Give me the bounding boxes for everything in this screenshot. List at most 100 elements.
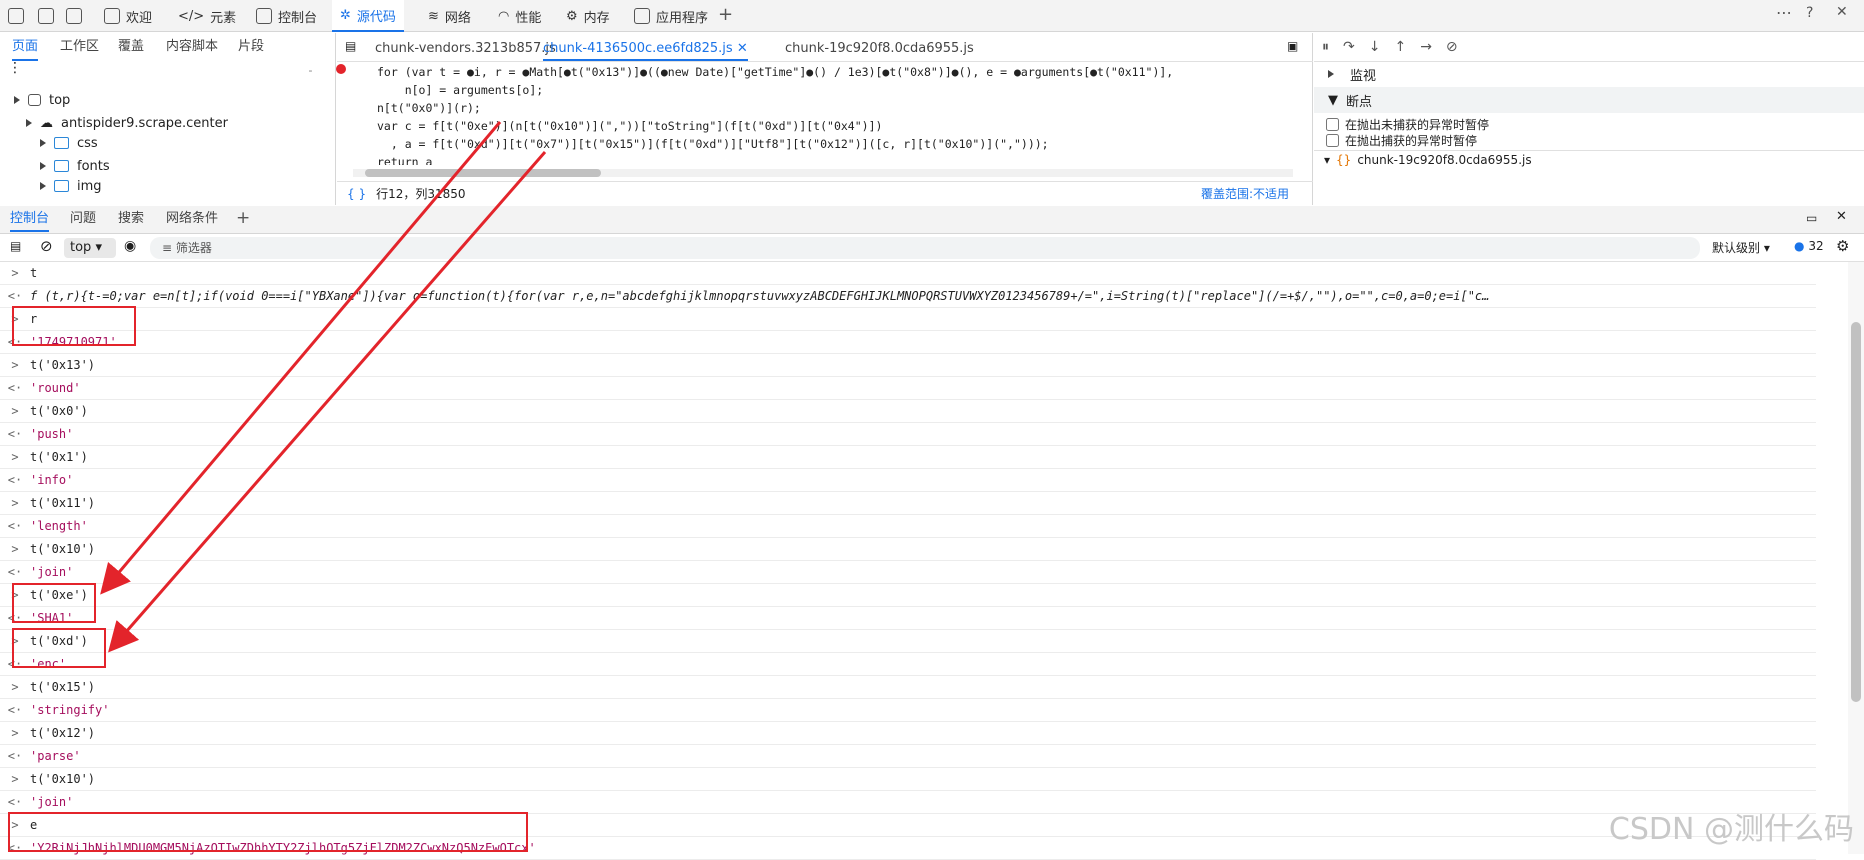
console-line: >t('0x11') bbox=[0, 492, 1816, 515]
tree-item[interactable]: ☁antispider9.scrape.center bbox=[0, 112, 330, 134]
add-drawer-tab-icon[interactable]: + bbox=[236, 208, 250, 228]
input-prompt-icon: > bbox=[0, 450, 30, 464]
breakpoint-file[interactable]: ▾{}chunk-19c920f8.0cda6955.js bbox=[1324, 153, 1532, 167]
tab-performance[interactable]: ◠性能 bbox=[490, 0, 549, 32]
drawer-tab-network-conditions[interactable]: 网络条件 bbox=[166, 206, 218, 232]
close-tab-icon[interactable]: ✕ bbox=[737, 41, 748, 56]
code-line: return a bbox=[377, 155, 432, 165]
folder-icon bbox=[54, 160, 69, 172]
console-line: >t('0x0') bbox=[0, 400, 1816, 423]
dock-drawer-icon[interactable]: ▭ bbox=[1806, 211, 1817, 225]
eye-icon[interactable]: ◉ bbox=[124, 238, 136, 254]
application-icon bbox=[634, 8, 650, 24]
drawer-tab-issues[interactable]: 问题 bbox=[70, 206, 96, 232]
console-value[interactable]: 'info' bbox=[30, 473, 73, 487]
nav-tab-page[interactable]: 页面 bbox=[12, 33, 38, 61]
input-prompt-icon: > bbox=[0, 772, 30, 786]
console-line: <·'enc' bbox=[0, 653, 1816, 676]
drawer-tab-search[interactable]: 搜索 bbox=[118, 206, 144, 232]
drawer-tab-console[interactable]: 控制台 bbox=[10, 206, 49, 232]
expand-arrow-icon bbox=[14, 96, 20, 104]
nav-tab-overrides[interactable]: 覆盖 bbox=[118, 33, 144, 61]
file-tab-active[interactable]: chunk-4136500c.ee6fd825.js ✕ bbox=[543, 37, 748, 61]
sidebar-toggle-icon[interactable]: ▤ bbox=[10, 239, 21, 253]
nav-more-icon[interactable]: ⋮ bbox=[8, 60, 22, 76]
console-line: >t('0x15') bbox=[0, 676, 1816, 699]
code-line: var c = f[t("0xe")](n[t("0x10")](","))["… bbox=[377, 119, 882, 133]
tree-item[interactable]: img bbox=[0, 177, 330, 195]
more-icon[interactable]: ⋯ bbox=[1776, 3, 1792, 22]
pause-caught-checkbox[interactable] bbox=[1326, 134, 1339, 147]
tab-sources[interactable]: ✲源代码 bbox=[332, 0, 404, 32]
console-value: t('0x1') bbox=[30, 450, 88, 464]
cursor-position: 行12，列31850 bbox=[376, 185, 465, 202]
nav-tab-workspace[interactable]: 工作区 bbox=[60, 33, 99, 61]
code-line: for (var t = ●i, r = ●Math[●t("0x13")]●(… bbox=[377, 65, 1173, 79]
console-value[interactable]: 'stringify' bbox=[30, 703, 109, 717]
console-value[interactable]: 'parse' bbox=[30, 749, 81, 763]
log-level-select[interactable]: 默认级别 ▾ bbox=[1712, 239, 1770, 256]
pause-uncaught-checkbox[interactable] bbox=[1326, 118, 1339, 131]
close-drawer-icon[interactable]: ✕ bbox=[1836, 209, 1847, 224]
console-value[interactable]: 'round' bbox=[30, 381, 81, 395]
file-tab[interactable]: chunk-19c920f8.0cda6955.js bbox=[785, 37, 974, 61]
nav-tab-content-scripts[interactable]: 内容脚本 bbox=[166, 33, 218, 61]
expand-arrow-icon bbox=[26, 119, 32, 127]
pretty-print-icon[interactable]: { } bbox=[347, 187, 366, 201]
inspect-icon[interactable] bbox=[8, 8, 24, 24]
console-value[interactable]: f (t,r){t-=0;var e=n[t];if(void 0===i["Y… bbox=[30, 289, 1489, 303]
console-line: <·'join' bbox=[0, 791, 1816, 814]
add-tab-icon[interactable]: + bbox=[718, 4, 733, 25]
highlight-box bbox=[8, 812, 528, 852]
output-arrow-icon: <· bbox=[0, 381, 30, 395]
tree-item[interactable]: css bbox=[0, 132, 330, 154]
coverage-value[interactable]: 不适用 bbox=[1253, 185, 1289, 202]
close-icon[interactable]: ✕ bbox=[1836, 4, 1848, 20]
output-arrow-icon: <· bbox=[0, 519, 30, 533]
input-prompt-icon: > bbox=[0, 496, 30, 510]
console-line: <·'round' bbox=[0, 377, 1816, 400]
console-value[interactable]: 'join' bbox=[30, 565, 73, 579]
tab-welcome[interactable]: 欢迎 bbox=[96, 0, 160, 32]
tree-item[interactable]: fonts bbox=[0, 155, 330, 177]
toggle-navigator-icon[interactable]: ▤ bbox=[345, 39, 356, 53]
tab-elements[interactable]: </>元素 bbox=[170, 0, 244, 32]
horizontal-scrollbar[interactable] bbox=[353, 169, 1293, 177]
debug-controls[interactable]: ⏸↷↓↑→⊘ bbox=[1322, 39, 1472, 55]
toggle-debugger-icon[interactable]: ▣ bbox=[1287, 39, 1298, 53]
clear-console-icon[interactable]: ⊘ bbox=[40, 237, 53, 255]
breakpoint-marker-icon[interactable] bbox=[336, 64, 346, 74]
console-value[interactable]: 'push' bbox=[30, 427, 73, 441]
breakpoints-section[interactable]: ▼断点 bbox=[1314, 87, 1864, 113]
filter-input[interactable]: ≡ 筛选器 bbox=[150, 237, 1700, 259]
devtools-main-tabbar: 欢迎 </>元素 控制台 ✲源代码 ≋网络 ◠性能 ⚙内存 应用程序 + ⋯ ?… bbox=[0, 0, 1864, 32]
frame-icon bbox=[28, 94, 41, 106]
console-line: >t('0xd') bbox=[0, 630, 1816, 653]
file-tab[interactable]: chunk-vendors.3213b857.js bbox=[375, 37, 556, 61]
pause-uncaught-option[interactable]: 在抛出未捕获的异常时暂停 bbox=[1326, 116, 1489, 133]
console-value[interactable]: 'length' bbox=[30, 519, 88, 533]
dock-icon[interactable] bbox=[66, 8, 82, 24]
nav-tab-snippets[interactable]: 片段 bbox=[238, 33, 264, 61]
input-prompt-icon: > bbox=[0, 358, 30, 372]
tab-console[interactable]: 控制台 bbox=[248, 0, 325, 32]
help-icon[interactable]: ? bbox=[1806, 5, 1813, 21]
debugger-sidebar: ⏸↷↓↑→⊘ 监视 ▼断点 在抛出未捕获的异常时暂停 在抛出捕获的异常时暂停 ▾… bbox=[1314, 33, 1864, 205]
cloud-icon: ☁ bbox=[40, 116, 53, 131]
watermark: CSDN @测什么码 bbox=[1609, 804, 1854, 848]
issues-badge[interactable]: ● 32 bbox=[1794, 239, 1824, 253]
tab-network[interactable]: ≋网络 bbox=[420, 0, 479, 32]
input-prompt-icon: > bbox=[0, 726, 30, 740]
console-scrollbar[interactable] bbox=[1848, 262, 1864, 854]
context-select[interactable]: top ▾ bbox=[64, 238, 116, 258]
tab-application[interactable]: 应用程序 bbox=[626, 0, 716, 32]
tree-item[interactable]: top bbox=[0, 89, 330, 111]
settings-icon[interactable]: ⚙ bbox=[1836, 237, 1849, 255]
console-toolbar: ▤ ⊘ top ▾ ◉ ≡ 筛选器 默认级别 ▾ ● 32 ⚙ bbox=[0, 234, 1864, 262]
tab-memory[interactable]: ⚙内存 bbox=[558, 0, 618, 32]
watch-section[interactable]: 监视 bbox=[1328, 63, 1376, 85]
console-value[interactable]: 'join' bbox=[30, 795, 73, 809]
device-toolbar-icon[interactable] bbox=[38, 8, 54, 24]
pause-caught-option[interactable]: 在抛出捕获的异常时暂停 bbox=[1326, 132, 1477, 149]
console-value: t bbox=[30, 266, 37, 280]
